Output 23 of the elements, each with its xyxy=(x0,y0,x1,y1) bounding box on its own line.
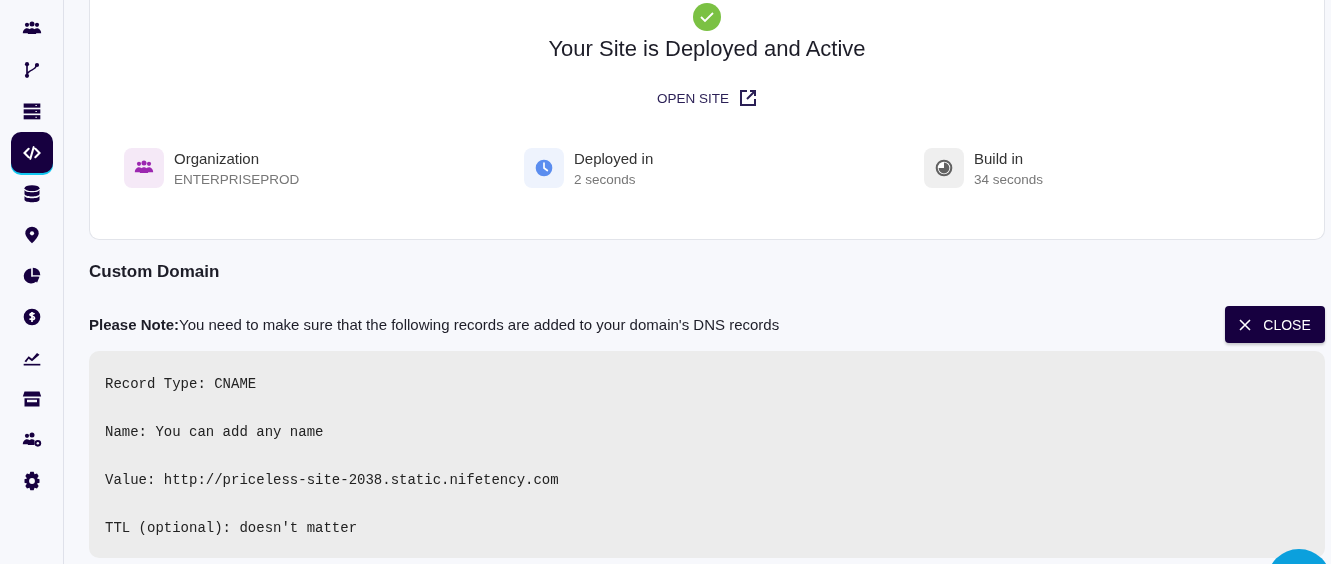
stat-value: ENTERPRISEPROD xyxy=(174,172,300,187)
dns-record-line: Value: http://priceless-site-2038.static.nifetency.com xyxy=(105,471,560,489)
close-button[interactable]: CLOSE xyxy=(1225,306,1325,343)
stat-label: Build in xyxy=(974,150,1025,167)
stat-value: 34 seconds xyxy=(974,172,1044,187)
close-icon xyxy=(1239,318,1252,331)
sidebar-item[interactable] xyxy=(10,132,53,173)
server-icon xyxy=(21,101,42,121)
stat-value: 2 seconds xyxy=(574,172,637,187)
pie-chart-icon xyxy=(21,266,42,286)
store-icon xyxy=(21,389,42,409)
stat-label: Deployed in xyxy=(574,150,654,167)
users-gear-icon xyxy=(21,430,42,450)
external-link-icon xyxy=(739,89,757,107)
dns-record-line: Name: You can add any name xyxy=(105,423,325,441)
deploy-status-title: Your Site is Deployed and Active xyxy=(548,36,866,62)
note-text: Please Note:You need to make sure that the following records are added to your domain's DNS records xyxy=(89,316,780,333)
section-heading: Custom Domain xyxy=(89,262,221,282)
open-site-link[interactable]: OPEN SITE xyxy=(657,89,757,107)
stat-label: Organization xyxy=(174,150,261,167)
dns-record-line: TTL (optional): doesn't matter xyxy=(105,519,359,537)
dollar-icon xyxy=(21,307,42,327)
dns-record-line: Record Type: CNAME xyxy=(105,375,258,393)
